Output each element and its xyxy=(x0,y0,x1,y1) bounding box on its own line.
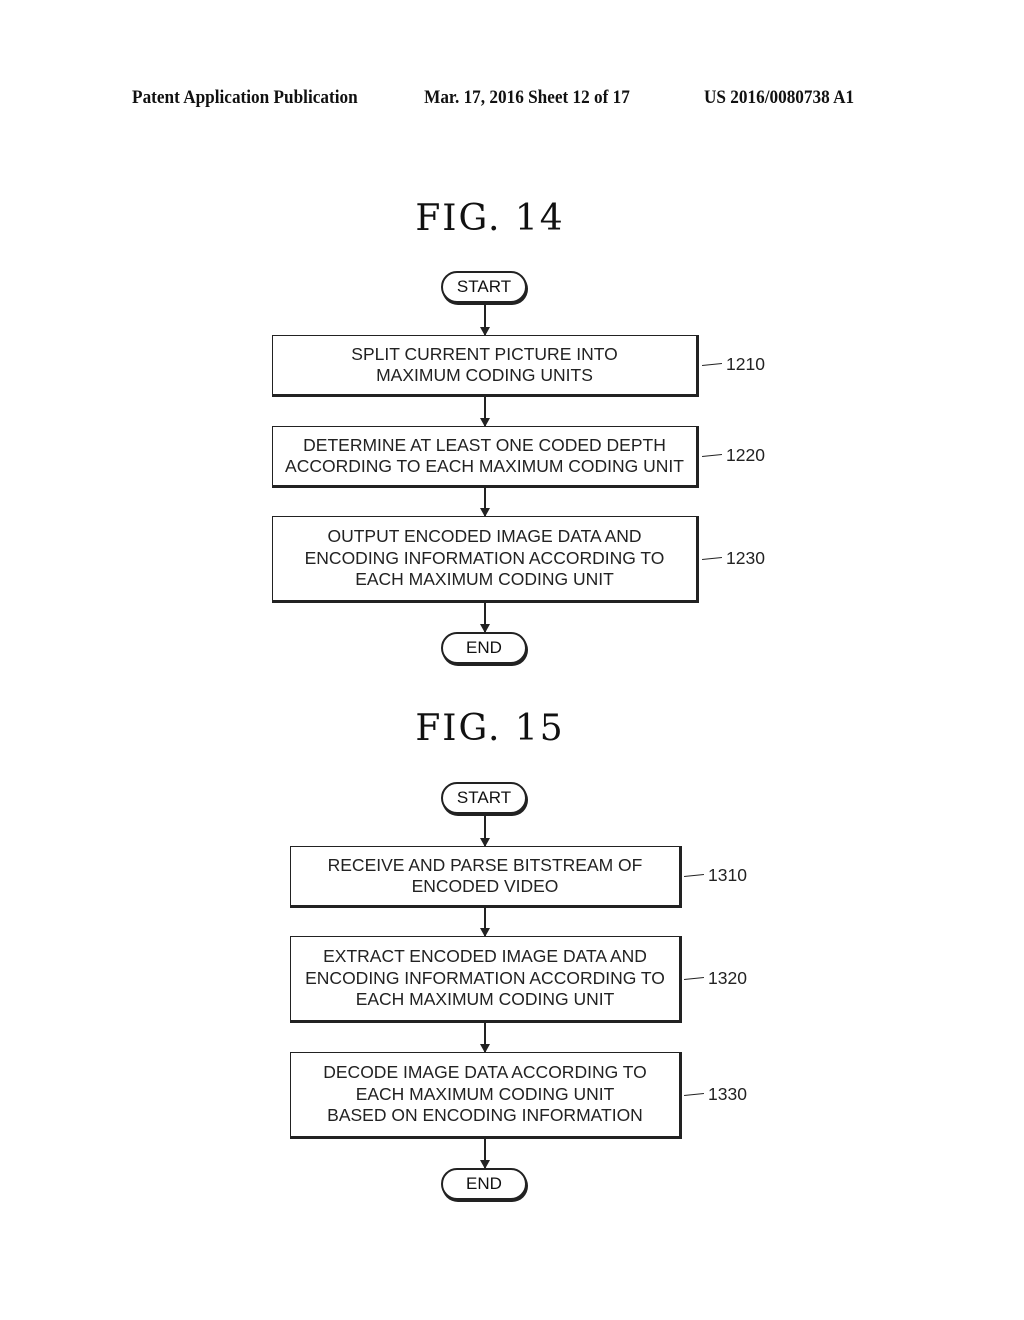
flow-arrow xyxy=(480,908,490,937)
step-text: EACH MAXIMUM CODING UNIT xyxy=(355,569,614,590)
flow-arrow xyxy=(480,603,490,633)
page-header: Patent Application Publication Mar. 17, … xyxy=(0,88,952,114)
reference-number: 1330 xyxy=(708,1084,747,1104)
reference-label-1310: 1310 xyxy=(684,865,747,886)
flow-arrow xyxy=(480,488,490,517)
flow-arrow xyxy=(480,1139,490,1169)
end-terminal: END xyxy=(441,632,527,664)
reference-number: 1310 xyxy=(708,865,747,885)
step-text: EXTRACT ENCODED IMAGE DATA AND xyxy=(323,946,647,967)
step-text: DETERMINE AT LEAST ONE CODED DEPTH xyxy=(303,434,666,455)
step-box-1320: EXTRACT ENCODED IMAGE DATA AND ENCODING … xyxy=(290,936,682,1023)
reference-number: 1210 xyxy=(726,354,765,374)
publication-label: Patent Application Publication xyxy=(132,88,358,108)
date-sheet-label: Mar. 17, 2016 Sheet 12 of 17 xyxy=(424,88,630,108)
figure-title: FIG. 14 xyxy=(415,198,565,239)
step-text: OUTPUT ENCODED IMAGE DATA AND xyxy=(327,526,642,547)
step-text: ENCODING INFORMATION ACCORDING TO xyxy=(304,547,665,568)
step-text: ACCORDING TO EACH MAXIMUM CODING UNIT xyxy=(285,456,684,476)
leader-line xyxy=(684,873,704,878)
leader-line xyxy=(702,453,722,458)
start-terminal: START xyxy=(441,782,527,814)
flow-arrow xyxy=(480,815,490,847)
flow-arrow xyxy=(480,397,490,427)
reference-number: 1230 xyxy=(726,548,765,568)
reference-label-1330: 1330 xyxy=(684,1084,747,1105)
figure-title: FIG. 15 xyxy=(415,708,565,749)
leader-line xyxy=(684,976,704,981)
step-text: ENCODED VIDEO xyxy=(411,876,559,896)
reference-label-1320: 1320 xyxy=(684,968,747,989)
step-box-1210: SPLIT CURRENT PICTURE INTO MAXIMUM CODIN… xyxy=(272,335,699,397)
step-box-1220: DETERMINE AT LEAST ONE CODED DEPTH ACCOR… xyxy=(272,426,699,488)
flow-arrow xyxy=(480,304,490,336)
step-text: ENCODING INFORMATION ACCORDING TO xyxy=(305,967,665,988)
leader-line xyxy=(684,1092,704,1097)
step-text: EACH MAXIMUM CODING UNIT xyxy=(355,1083,615,1104)
reference-label-1210: 1210 xyxy=(702,354,765,375)
step-box-1230: OUTPUT ENCODED IMAGE DATA AND ENCODING I… xyxy=(272,516,699,603)
step-text: RECEIVE AND PARSE BITSTREAM OF xyxy=(327,854,643,875)
step-text: EACH MAXIMUM CODING UNIT xyxy=(355,989,615,1010)
leader-line xyxy=(702,556,722,561)
step-text: BASED ON ENCODING INFORMATION xyxy=(327,1105,643,1126)
step-box-1310: RECEIVE AND PARSE BITSTREAM OF ENCODED V… xyxy=(290,846,682,908)
reference-number: 1220 xyxy=(726,445,765,465)
step-box-1330: DECODE IMAGE DATA ACCORDING TO EACH MAXI… xyxy=(290,1052,682,1139)
step-text: DECODE IMAGE DATA ACCORDING TO xyxy=(323,1062,647,1083)
leader-line xyxy=(702,362,722,367)
step-text: SPLIT CURRENT PICTURE INTO xyxy=(351,343,618,364)
reference-number: 1320 xyxy=(708,968,747,988)
flow-arrow xyxy=(480,1023,490,1053)
reference-label-1220: 1220 xyxy=(702,445,765,466)
end-terminal: END xyxy=(441,1168,527,1200)
start-terminal: START xyxy=(441,271,527,303)
reference-label-1230: 1230 xyxy=(702,548,765,569)
step-text: MAXIMUM CODING UNITS xyxy=(376,365,593,385)
publication-number: US 2016/0080738 A1 xyxy=(704,88,855,108)
